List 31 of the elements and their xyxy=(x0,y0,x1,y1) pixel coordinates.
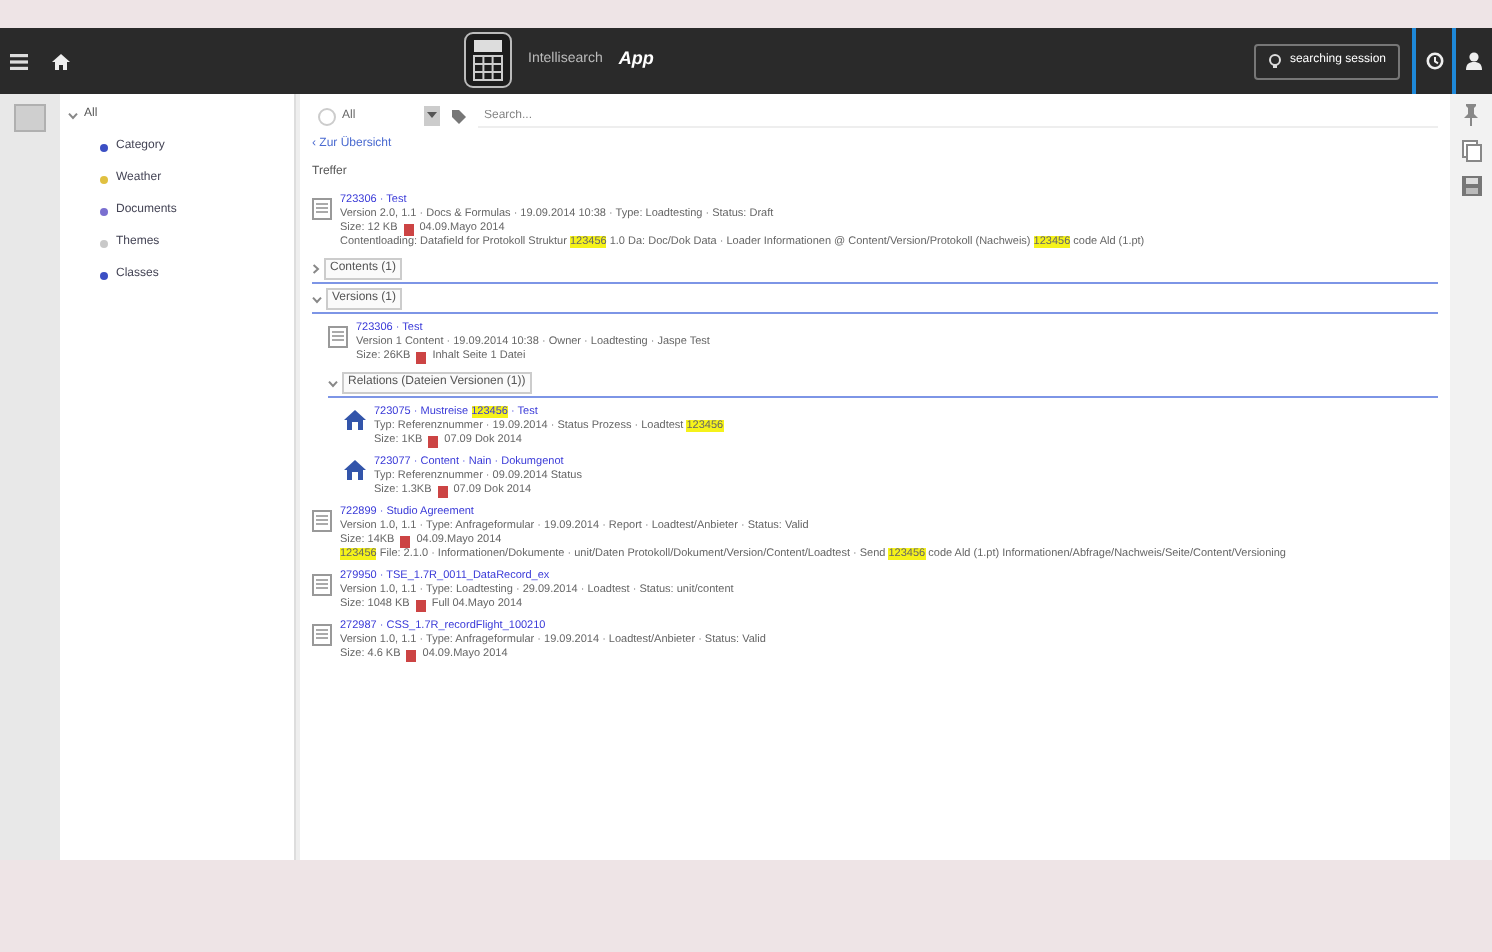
document-icon xyxy=(312,574,332,596)
file-icon xyxy=(403,223,414,235)
radio-icon xyxy=(318,107,336,125)
logo-icon xyxy=(464,32,512,88)
clock-icon xyxy=(1425,52,1443,70)
copy-icon[interactable] xyxy=(1461,140,1481,162)
document-icon xyxy=(312,510,332,532)
home-icon[interactable] xyxy=(52,53,70,69)
house-icon xyxy=(344,410,366,430)
pin-icon[interactable] xyxy=(1462,104,1480,126)
tag-icon[interactable] xyxy=(452,109,466,123)
chevron-down-icon[interactable] xyxy=(312,295,322,303)
chevron-down-icon[interactable] xyxy=(328,379,338,387)
file-icon xyxy=(416,351,427,363)
document-icon xyxy=(312,624,332,646)
document-icon xyxy=(312,198,332,220)
file-icon xyxy=(406,649,417,661)
file-icon xyxy=(415,599,426,611)
user-icon xyxy=(1466,52,1482,70)
file-icon xyxy=(400,535,411,547)
house-icon xyxy=(344,460,366,480)
document-icon xyxy=(328,326,348,348)
file-icon xyxy=(437,485,448,497)
bulb-icon xyxy=(1267,54,1282,68)
filter-icon[interactable] xyxy=(424,106,440,126)
save-icon[interactable] xyxy=(1461,176,1481,196)
chevron-down-icon[interactable] xyxy=(68,111,78,119)
file-icon xyxy=(428,435,439,447)
app-suffix: App xyxy=(618,46,654,73)
chevron-right-icon[interactable] xyxy=(312,264,320,274)
menu-icon[interactable] xyxy=(10,53,28,69)
